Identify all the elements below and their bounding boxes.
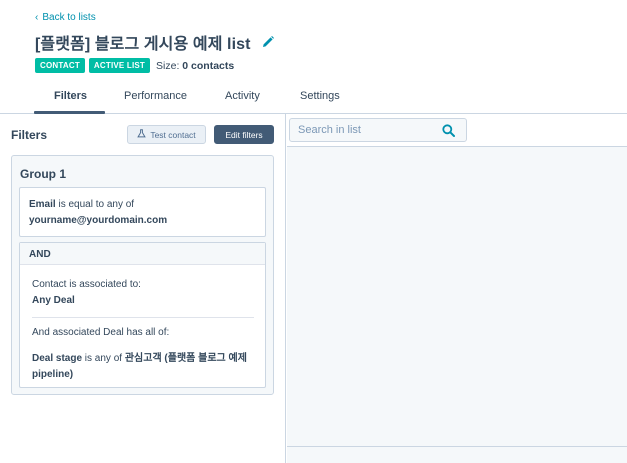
deal-stage-condition: Deal stage is any of 관심고객 (플랫폼 블로그 예제 pi… xyxy=(32,351,253,383)
email-operator: is equal to any of xyxy=(55,199,135,210)
deal-property: Deal stage xyxy=(32,353,83,364)
filter-group: Group 1 Email is equal to any of yournam… xyxy=(11,155,274,395)
active-list-tag: ACTIVE LIST xyxy=(88,58,151,73)
back-to-lists-link[interactable]: ‹ Back to lists xyxy=(35,12,96,23)
email-filter-value: yourname@yourdomain.com xyxy=(29,213,256,229)
association-value-text: Any Deal xyxy=(32,295,75,306)
list-meta: CONTACT ACTIVE LIST Size: 0 contacts xyxy=(35,58,234,73)
search-input[interactable] xyxy=(298,124,438,136)
size-value: 0 contacts xyxy=(182,59,235,72)
list-size: Size: 0 contacts xyxy=(156,60,234,72)
page-title: [플랫폼] 블로그 게시용 예제 list xyxy=(35,36,251,53)
tab-activity[interactable]: Activity xyxy=(225,90,260,102)
results-toolbar xyxy=(287,114,627,147)
search-icon[interactable] xyxy=(442,124,455,137)
association-text: Contact is associated to: xyxy=(32,279,141,290)
chevron-left-icon: ‹ xyxy=(35,12,39,23)
edit-filters-button[interactable]: Edit filters xyxy=(214,125,274,144)
email-property: Email xyxy=(29,199,56,210)
test-contact-button[interactable]: Test contact xyxy=(127,125,206,144)
filters-panel: Filters Test contact Edit filters Group … xyxy=(0,114,286,463)
back-link-label: Back to lists xyxy=(42,12,96,23)
results-panel xyxy=(287,114,627,463)
deal-operator: is any of xyxy=(82,353,125,364)
tab-bar: Filters Performance Activity Settings xyxy=(0,80,627,114)
group-title: Group 1 xyxy=(20,167,67,181)
size-label: Size: xyxy=(156,59,180,72)
pencil-icon[interactable] xyxy=(261,35,275,49)
tab-settings[interactable]: Settings xyxy=(300,90,340,102)
tab-performance[interactable]: Performance xyxy=(124,90,187,102)
associated-deal-text: And associated Deal has all of: xyxy=(32,327,170,338)
association-value: Any Deal xyxy=(32,293,253,309)
title-row: [플랫폼] 블로그 게시용 예제 list xyxy=(35,30,275,54)
and-label: AND xyxy=(20,243,265,265)
search-box[interactable] xyxy=(289,118,467,142)
divider xyxy=(32,317,254,318)
association-filter-card[interactable]: AND Contact is associated to: Any Deal A… xyxy=(19,242,266,388)
tab-filters[interactable]: Filters xyxy=(54,90,87,102)
filters-heading: Filters xyxy=(11,128,48,142)
contact-tag: CONTACT xyxy=(35,58,85,73)
results-footer-divider xyxy=(287,446,627,447)
email-value: yourname@yourdomain.com xyxy=(29,215,168,226)
email-filter-card[interactable]: Email is equal to any of yourname@yourdo… xyxy=(19,187,266,237)
flask-icon xyxy=(137,129,147,140)
email-filter-condition: Email is equal to any of xyxy=(29,197,256,213)
test-contact-label: Test contact xyxy=(150,129,196,140)
